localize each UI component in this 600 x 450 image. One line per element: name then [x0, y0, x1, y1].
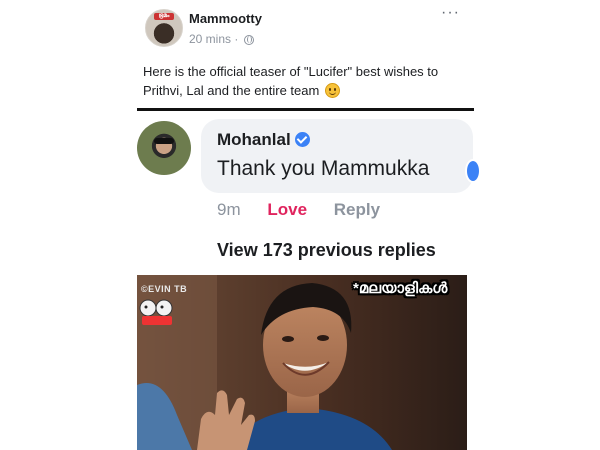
commenter-avatar[interactable]: [137, 121, 191, 175]
meme-photo: [137, 275, 467, 450]
meme-image: ©EVIN TB *മലയാളികൾ: [137, 275, 467, 450]
post-author-name[interactable]: Mammootty: [189, 11, 262, 26]
post-meta: 20 mins ·: [189, 32, 254, 46]
post-text: Here is the official teaser of "Lucifer"…: [143, 62, 463, 100]
smile-icon: [324, 83, 340, 98]
avatar-badge-text: ഭ്രമം: [158, 13, 170, 19]
meme-caption: *മലയാളികൾ: [353, 280, 448, 297]
verified-icon: [294, 132, 310, 147]
facebook-post: ഭ്രമം Mammootty 20 mins · ··· Here is th…: [137, 0, 474, 108]
comment-actions: 9m Love Reply: [217, 200, 380, 220]
post-text-content: Here is the official teaser of "Lucifer"…: [143, 64, 439, 98]
avatar[interactable]: ഭ്രമം: [145, 9, 183, 47]
comment-bubble[interactable]: Mohanlal Thank you Mammukka: [201, 119, 481, 193]
troll-page-logo: [139, 299, 173, 325]
reply-button[interactable]: Reply: [334, 200, 380, 219]
comment-author-name[interactable]: Mohanlal: [217, 130, 291, 149]
comment-section: Mohanlal Thank you Mammukka 9m Love Repl…: [137, 111, 481, 275]
more-icon[interactable]: ···: [441, 4, 460, 22]
post-time[interactable]: 20 mins: [189, 32, 231, 46]
avatar-badge: ഭ്രമം: [154, 13, 174, 20]
love-reaction-button[interactable]: Love: [267, 200, 307, 219]
comment-time[interactable]: 9m: [217, 200, 241, 219]
comment-author[interactable]: Mohanlal: [217, 130, 310, 150]
comment-text: Thank you Mammukka: [217, 157, 430, 180]
meta-separator: ·: [234, 32, 239, 46]
globe-icon: [243, 35, 254, 45]
watermark: ©EVIN TB: [141, 284, 188, 294]
reaction-icon[interactable]: [465, 159, 481, 183]
view-previous-replies-link[interactable]: View 173 previous replies: [217, 240, 436, 261]
sunglasses-detail: [154, 138, 174, 144]
